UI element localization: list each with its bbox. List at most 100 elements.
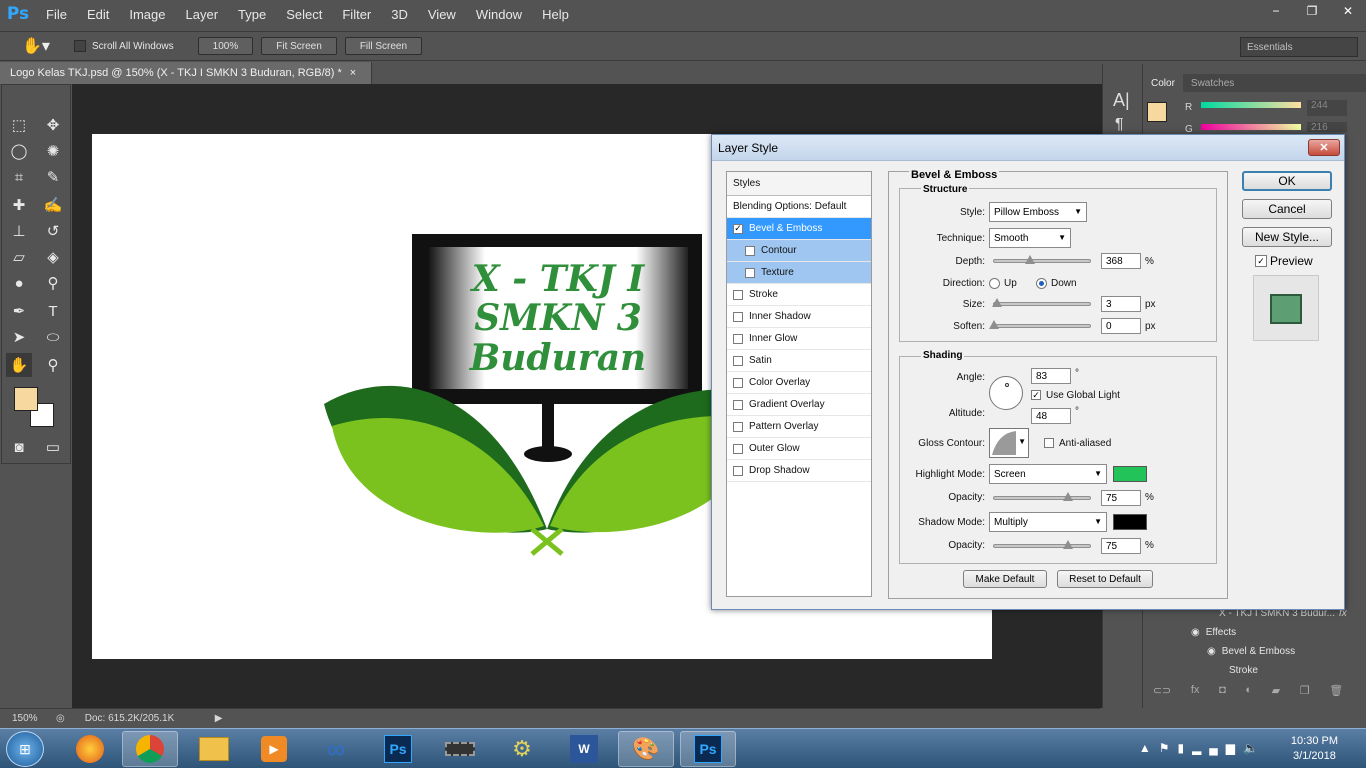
signal-icon[interactable]: ▂▄▆ [1192, 741, 1243, 755]
zoom-100-button[interactable]: 100% [197, 37, 254, 55]
close-tab-icon[interactable]: × [350, 67, 356, 79]
shadow-opacity-thumb[interactable] [1062, 540, 1073, 549]
word-taskbar-icon[interactable]: W [556, 731, 612, 767]
style-item[interactable]: Texture [727, 262, 871, 284]
style-item[interactable]: Outer Glow [727, 438, 871, 460]
ok-button[interactable]: OK [1242, 171, 1332, 191]
photoshop-active-taskbar-icon[interactable]: Ps [680, 731, 736, 767]
menu-file[interactable]: File [36, 7, 77, 22]
infinity-app-taskbar-icon[interactable]: ∞ [308, 731, 364, 767]
shadow-opacity-slider[interactable] [993, 540, 1091, 549]
menu-image[interactable]: Image [119, 7, 175, 22]
style-checkbox[interactable] [733, 443, 743, 454]
menu-layer[interactable]: Layer [176, 7, 229, 22]
zoom-tool-icon[interactable]: ⚲ [40, 353, 66, 377]
fx-icon[interactable]: fx [1191, 684, 1200, 704]
cancel-button[interactable]: Cancel [1242, 199, 1332, 219]
soften-slider-thumb[interactable] [989, 320, 999, 329]
adjustment-icon[interactable]: ◐ [1245, 684, 1252, 704]
clock[interactable]: 10:30 PM 3/1/2018 [1291, 734, 1338, 764]
reset-default-button[interactable]: Reset to Default [1057, 570, 1153, 588]
style-checkbox[interactable] [733, 311, 743, 322]
folder-icon[interactable]: ▰ [1272, 684, 1280, 704]
soften-slider[interactable] [989, 320, 1091, 329]
depth-input[interactable]: 368 [1101, 253, 1141, 269]
effect-stroke-row[interactable]: Stroke [1143, 661, 1353, 680]
style-item[interactable]: Inner Shadow [727, 306, 871, 328]
style-checkbox[interactable] [745, 267, 755, 278]
healing-brush-icon[interactable]: ✚ [6, 193, 32, 217]
highlight-opacity-input[interactable]: 75 [1101, 490, 1141, 506]
style-item[interactable]: Stroke [727, 284, 871, 306]
close-window-button[interactable]: ✕ [1330, 0, 1366, 22]
marquee-tool-icon[interactable]: ⬚ [6, 113, 32, 137]
direction-down-radio[interactable] [1036, 278, 1047, 289]
screen-mode-icon[interactable]: ▭ [40, 435, 66, 459]
effect-bevel-row[interactable]: ◉ Bevel & Emboss [1143, 642, 1353, 661]
direction-up-radio[interactable] [989, 278, 1000, 289]
angle-dial[interactable] [989, 376, 1023, 410]
menu-select[interactable]: Select [276, 7, 332, 22]
r-value[interactable]: 244 [1307, 100, 1347, 116]
menu-edit[interactable]: Edit [77, 7, 119, 22]
menu-window[interactable]: Window [466, 7, 532, 22]
trash-icon[interactable]: 🗑 [1329, 684, 1343, 704]
network-app-taskbar-icon[interactable]: ⚙ [494, 731, 550, 767]
highlight-opacity-thumb[interactable] [1062, 492, 1073, 501]
dialog-close-button[interactable]: ✕ [1308, 139, 1340, 156]
document-tab[interactable]: Logo Kelas TKJ.psd @ 150% (X - TKJ I SMK… [0, 62, 372, 84]
show-hidden-icon[interactable]: ▲ [1139, 741, 1159, 755]
depth-slider[interactable] [993, 255, 1091, 264]
stamp-tool-icon[interactable]: ⊥ [6, 219, 32, 243]
preview-checkbox[interactable]: ✓ [1255, 255, 1267, 267]
anti-aliased-checkbox[interactable] [1044, 438, 1054, 448]
style-checkbox[interactable] [733, 355, 743, 366]
style-item[interactable]: Inner Glow [727, 328, 871, 350]
shadow-mode-select[interactable]: Multiply ▼ [989, 512, 1107, 532]
pen-tool-icon[interactable]: ✒ [6, 299, 32, 323]
style-item[interactable]: ✓ Bevel & Emboss [727, 218, 871, 240]
lasso-tool-icon[interactable]: ◯ [6, 139, 32, 163]
scroll-all-checkbox[interactable] [73, 40, 86, 52]
status-menu-arrow-icon[interactable]: ▶ [215, 713, 223, 724]
tab-swatches[interactable]: Swatches [1183, 74, 1242, 92]
style-checkbox[interactable] [733, 465, 743, 476]
highlight-mode-select[interactable]: Screen ▼ [989, 464, 1107, 484]
style-checkbox[interactable]: ✓ [733, 223, 743, 234]
crop-tool-icon[interactable]: ⌗ [6, 165, 32, 189]
style-checkbox[interactable] [733, 421, 743, 432]
move-tool-icon[interactable]: ✥ [40, 113, 66, 137]
style-checkbox[interactable] [745, 245, 755, 256]
flag-icon[interactable]: ⚑ [1159, 741, 1178, 755]
highlight-color-swatch[interactable] [1113, 466, 1147, 482]
paint-taskbar-icon[interactable]: 🎨 [618, 731, 674, 767]
g-slider[interactable] [1201, 124, 1301, 130]
soften-input[interactable]: 0 [1101, 318, 1141, 334]
chrome-taskbar-icon[interactable] [122, 731, 178, 767]
size-slider[interactable] [992, 298, 1091, 307]
technique-select[interactable]: Smooth ▼ [989, 228, 1071, 248]
character-panel-icon[interactable]: A| [1113, 90, 1130, 111]
menu-filter[interactable]: Filter [332, 7, 381, 22]
foreground-color-swatch[interactable] [14, 387, 38, 411]
style-item[interactable]: Drop Shadow [727, 460, 871, 482]
magic-wand-icon[interactable]: ✺ [40, 139, 66, 163]
dialog-titlebar[interactable]: Layer Style [712, 135, 1344, 161]
menu-3d[interactable]: 3D [381, 7, 418, 22]
paragraph-panel-icon[interactable]: ¶ [1115, 116, 1124, 134]
media-player-taskbar-icon[interactable]: ▶ [246, 731, 302, 767]
style-item[interactable]: Gradient Overlay [727, 394, 871, 416]
minimize-button[interactable]: − [1258, 0, 1294, 22]
dodge-tool-icon[interactable]: ⚲ [40, 271, 66, 295]
brush-tool-icon[interactable]: ✍ [40, 193, 66, 217]
restore-button[interactable]: ❐ [1294, 0, 1330, 22]
fill-screen-button[interactable]: Fill Screen [344, 37, 423, 55]
gloss-contour-picker[interactable]: ▼ [989, 428, 1029, 458]
chip-app-taskbar-icon[interactable] [432, 731, 488, 767]
blur-tool-icon[interactable]: ● [6, 271, 32, 295]
style-item[interactable]: Blending Options: Default [727, 196, 871, 218]
history-brush-icon[interactable]: ↺ [40, 219, 66, 243]
hand-tool-icon[interactable]: ✋▾ [22, 36, 50, 56]
workspace-select[interactable]: Essentials [1240, 37, 1358, 57]
device-icon[interactable]: ▮ [1177, 741, 1192, 755]
